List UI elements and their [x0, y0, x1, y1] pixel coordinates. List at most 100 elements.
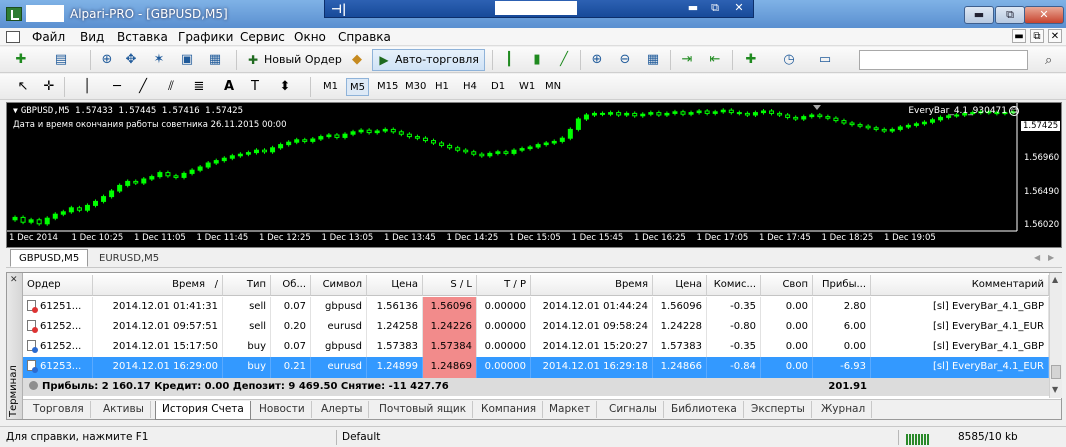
col-close-price[interactable]: Цена [653, 275, 707, 296]
expert-smiley-icon[interactable]: ☺ [1009, 106, 1019, 116]
remote-minimize-icon[interactable]: ▬ [683, 1, 703, 15]
table-row[interactable]: 61251... 2014.12.01 01:41:31 sell 0.07 gbpus… [23, 297, 1049, 318]
tab-assets[interactable]: Активы [97, 401, 151, 418]
collapse-icon[interactable]: ▼ [13, 106, 18, 115]
zoom-out-icon[interactable]: ⊖ [614, 50, 636, 70]
tab-library[interactable]: Библиотека [665, 401, 744, 418]
col-swap[interactable]: Своп [761, 275, 813, 296]
menu-charts[interactable]: Графики [178, 30, 233, 44]
vertical-scrollbar[interactable]: ▲ ▼ [1049, 273, 1062, 398]
menu-view[interactable]: Вид [80, 30, 104, 44]
tab-news[interactable]: Новости [253, 401, 312, 418]
market-watch-icon[interactable]: ⊕ [96, 50, 118, 70]
tab-eurusd-m5[interactable]: EURUSD,M5 [90, 249, 168, 267]
scroll-up-icon[interactable]: ▲ [1052, 275, 1058, 284]
metaeditor-icon[interactable]: ◆ [346, 50, 368, 70]
mdi-minimize-icon[interactable]: ▬ [1012, 29, 1026, 43]
connection-bars-icon[interactable] [906, 432, 932, 445]
timeframe-mn[interactable]: MN [542, 78, 564, 96]
remote-close-icon[interactable]: ✕ [729, 1, 749, 15]
search-input[interactable] [859, 50, 1028, 70]
table-row[interactable]: 61252... 2014.12.01 09:57:51 sell 0.20 eurus… [23, 317, 1049, 338]
timeframe-d1[interactable]: D1 [488, 78, 508, 96]
text-label-icon[interactable]: T [244, 77, 266, 97]
col-order[interactable]: Ордер [23, 275, 93, 296]
candlestick-icon[interactable]: ▮ [526, 50, 548, 70]
bar-chart-icon[interactable]: ┃ [498, 50, 520, 70]
tile-windows-icon[interactable]: ▦ [642, 50, 664, 70]
table-row[interactable]: 61253... 2014.12.01 16:29:00 buy 0.21 eurusd… [23, 357, 1049, 378]
strategy-tester-icon[interactable]: ▦ [204, 50, 226, 70]
text-tool-icon[interactable]: A [218, 77, 240, 97]
col-close-time[interactable]: Время [531, 275, 653, 296]
col-comment[interactable]: Комментарий [871, 275, 1049, 296]
timeframe-m5[interactable]: M5 [346, 78, 369, 96]
tab-scroll-right-icon[interactable]: ▶ [1048, 253, 1054, 262]
tab-journal[interactable]: Журнал [815, 401, 873, 418]
col-open-time[interactable]: Время / [93, 275, 223, 296]
close-button[interactable]: ✕ [1024, 6, 1064, 24]
minimize-button[interactable]: ▬ [964, 6, 994, 24]
timeframe-m15[interactable]: M15 [374, 78, 401, 96]
menu-insert[interactable]: Вставка [117, 30, 168, 44]
mdi-restore-icon[interactable]: ⧉ [1030, 29, 1044, 43]
remote-restore-icon[interactable]: ⧉ [705, 1, 725, 15]
templates-icon[interactable]: ▭ [814, 50, 836, 70]
col-price[interactable]: Цена [367, 275, 423, 296]
table-row[interactable]: 61252... 2014.12.01 15:17:50 buy 0.07 gbpusd… [23, 337, 1049, 358]
new-order-button[interactable]: ✚ Новый Ордер [241, 49, 348, 71]
timeframe-w1[interactable]: W1 [516, 78, 538, 96]
status-profile[interactable]: Default [342, 431, 380, 443]
col-symbol[interactable]: Символ [311, 275, 367, 296]
tab-mailbox[interactable]: Почтовый ящик [373, 401, 474, 418]
chart-shift-icon[interactable]: ⇤ [704, 50, 726, 70]
timeframe-m1[interactable]: M1 [320, 78, 341, 96]
auto-scroll-icon[interactable]: ⇥ [676, 50, 698, 70]
terminal-icon[interactable]: ▣ [176, 50, 198, 70]
timeframe-h1[interactable]: H1 [432, 78, 452, 96]
data-window-icon[interactable]: ✥ [120, 50, 142, 70]
col-volume[interactable]: Об... [271, 275, 311, 296]
indicators-icon[interactable]: ✚ [740, 50, 762, 70]
menu-window[interactable]: Окно [294, 30, 326, 44]
line-chart-icon[interactable]: ╱ [553, 50, 575, 70]
menu-tools[interactable]: Сервис [240, 30, 285, 44]
mdi-close-icon[interactable]: ✕ [1048, 29, 1062, 43]
zoom-in-icon[interactable]: ⊕ [586, 50, 608, 70]
restore-button[interactable]: ⧉ [995, 6, 1025, 24]
periods-icon[interactable]: ◷ [778, 50, 800, 70]
scroll-down-icon[interactable]: ▼ [1052, 385, 1058, 394]
channel-icon[interactable]: ⫽ [160, 77, 182, 97]
col-profit[interactable]: Прибы... [813, 275, 871, 296]
cursor-icon[interactable]: ↖ [12, 77, 34, 97]
tab-alerts[interactable]: Алерты [315, 401, 370, 418]
chart-window[interactable]: ▼ GBPUSD,M5 1.57433 1.57445 1.57416 1.574… [6, 102, 1062, 248]
horizontal-line-icon[interactable]: ─ [106, 77, 128, 97]
vertical-line-icon[interactable]: │ [76, 77, 98, 97]
col-commission[interactable]: Комис... [707, 275, 761, 296]
new-chart-icon[interactable]: ✚ [10, 50, 32, 70]
col-sl[interactable]: S / L [423, 275, 477, 296]
arrows-icon[interactable]: ⬍ [274, 77, 296, 97]
tab-company[interactable]: Компания [475, 401, 544, 418]
timeframe-h4[interactable]: H4 [460, 78, 480, 96]
tab-scroll-left-icon[interactable]: ◀ [1034, 253, 1040, 262]
fibonacci-icon[interactable]: ≣ [188, 77, 210, 97]
tab-account-history[interactable]: История Счета [155, 401, 251, 420]
crosshair-icon[interactable]: ✛ [38, 77, 60, 97]
col-tp[interactable]: T / P [477, 275, 531, 296]
auto-trading-button[interactable]: ▶ Авто-торговля [372, 49, 485, 71]
col-type[interactable]: Тип [223, 275, 271, 296]
terminal-close-icon[interactable]: ✕ [10, 275, 18, 285]
tab-experts[interactable]: Эксперты [745, 401, 812, 418]
pin-icon[interactable]: ⊣| [331, 2, 346, 16]
tab-gbpusd-m5[interactable]: GBPUSD,M5 [10, 249, 89, 267]
scroll-thumb[interactable] [1051, 365, 1061, 379]
tab-trade[interactable]: Торговля [27, 401, 91, 418]
search-icon[interactable]: ⌕ [1045, 53, 1052, 68]
navigator-icon[interactable]: ✶ [148, 50, 170, 70]
trendline-icon[interactable]: ╱ [132, 77, 154, 97]
timeframe-m30[interactable]: M30 [402, 78, 429, 96]
menu-file[interactable]: Файл [32, 30, 65, 44]
profiles-icon[interactable]: ▤ [50, 50, 72, 70]
